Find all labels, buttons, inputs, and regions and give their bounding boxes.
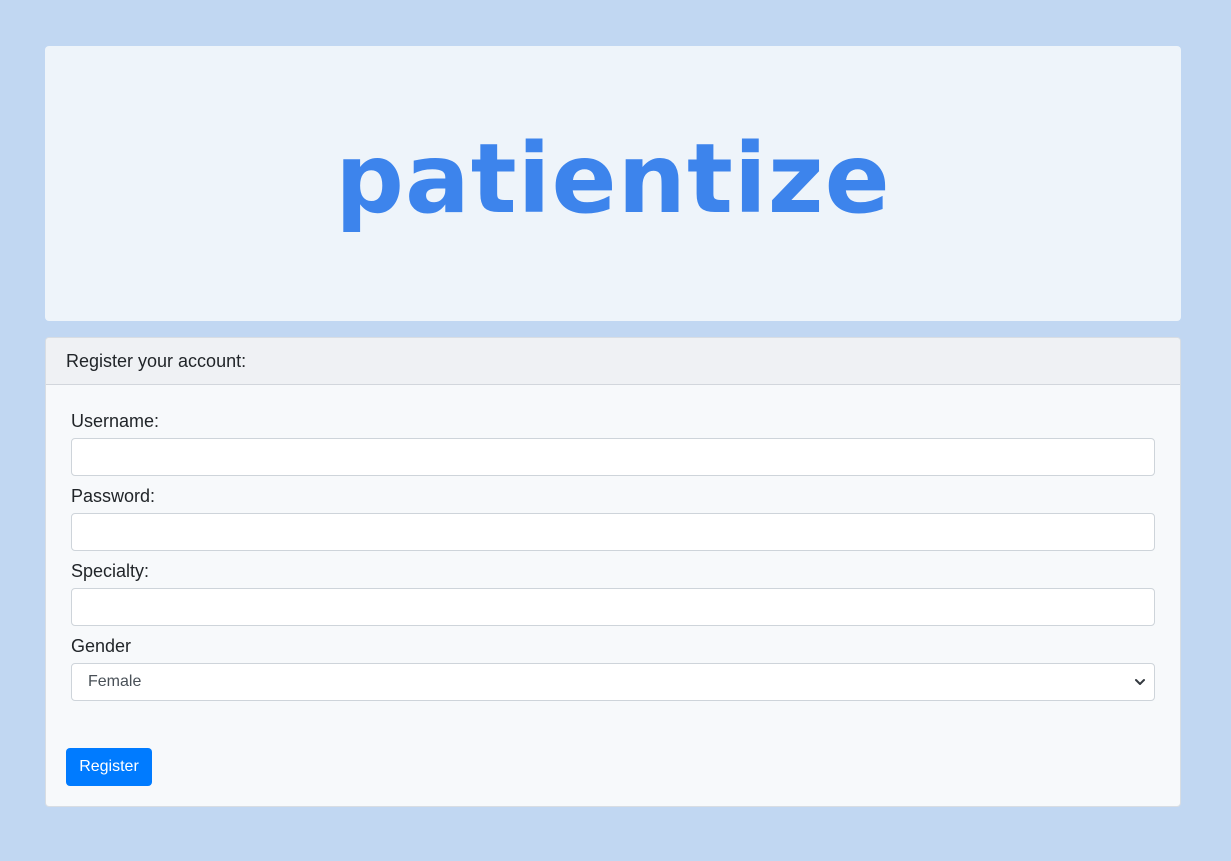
gender-select[interactable]: Female [71,663,1155,701]
card-body: Username: Password: Specialty: Gender Fe… [46,385,1180,701]
username-input[interactable] [71,438,1155,476]
specialty-input[interactable] [71,588,1155,626]
specialty-label: Specialty: [71,561,150,581]
register-card: Register your account: Username: Passwor… [45,337,1181,807]
logo-banner: patientize [45,46,1181,321]
gender-selected-value: Female [88,673,142,690]
patientize-logo: patientize [335,122,891,235]
chevron-down-icon [1134,676,1146,688]
username-label: Username: [71,411,160,431]
gender-label: Gender [71,636,132,656]
register-heading: Register your account: [66,350,247,371]
card-header: Register your account: [46,338,1180,385]
register-button[interactable]: Register [66,748,152,786]
password-label: Password: [71,486,156,506]
password-input[interactable] [71,513,1155,551]
